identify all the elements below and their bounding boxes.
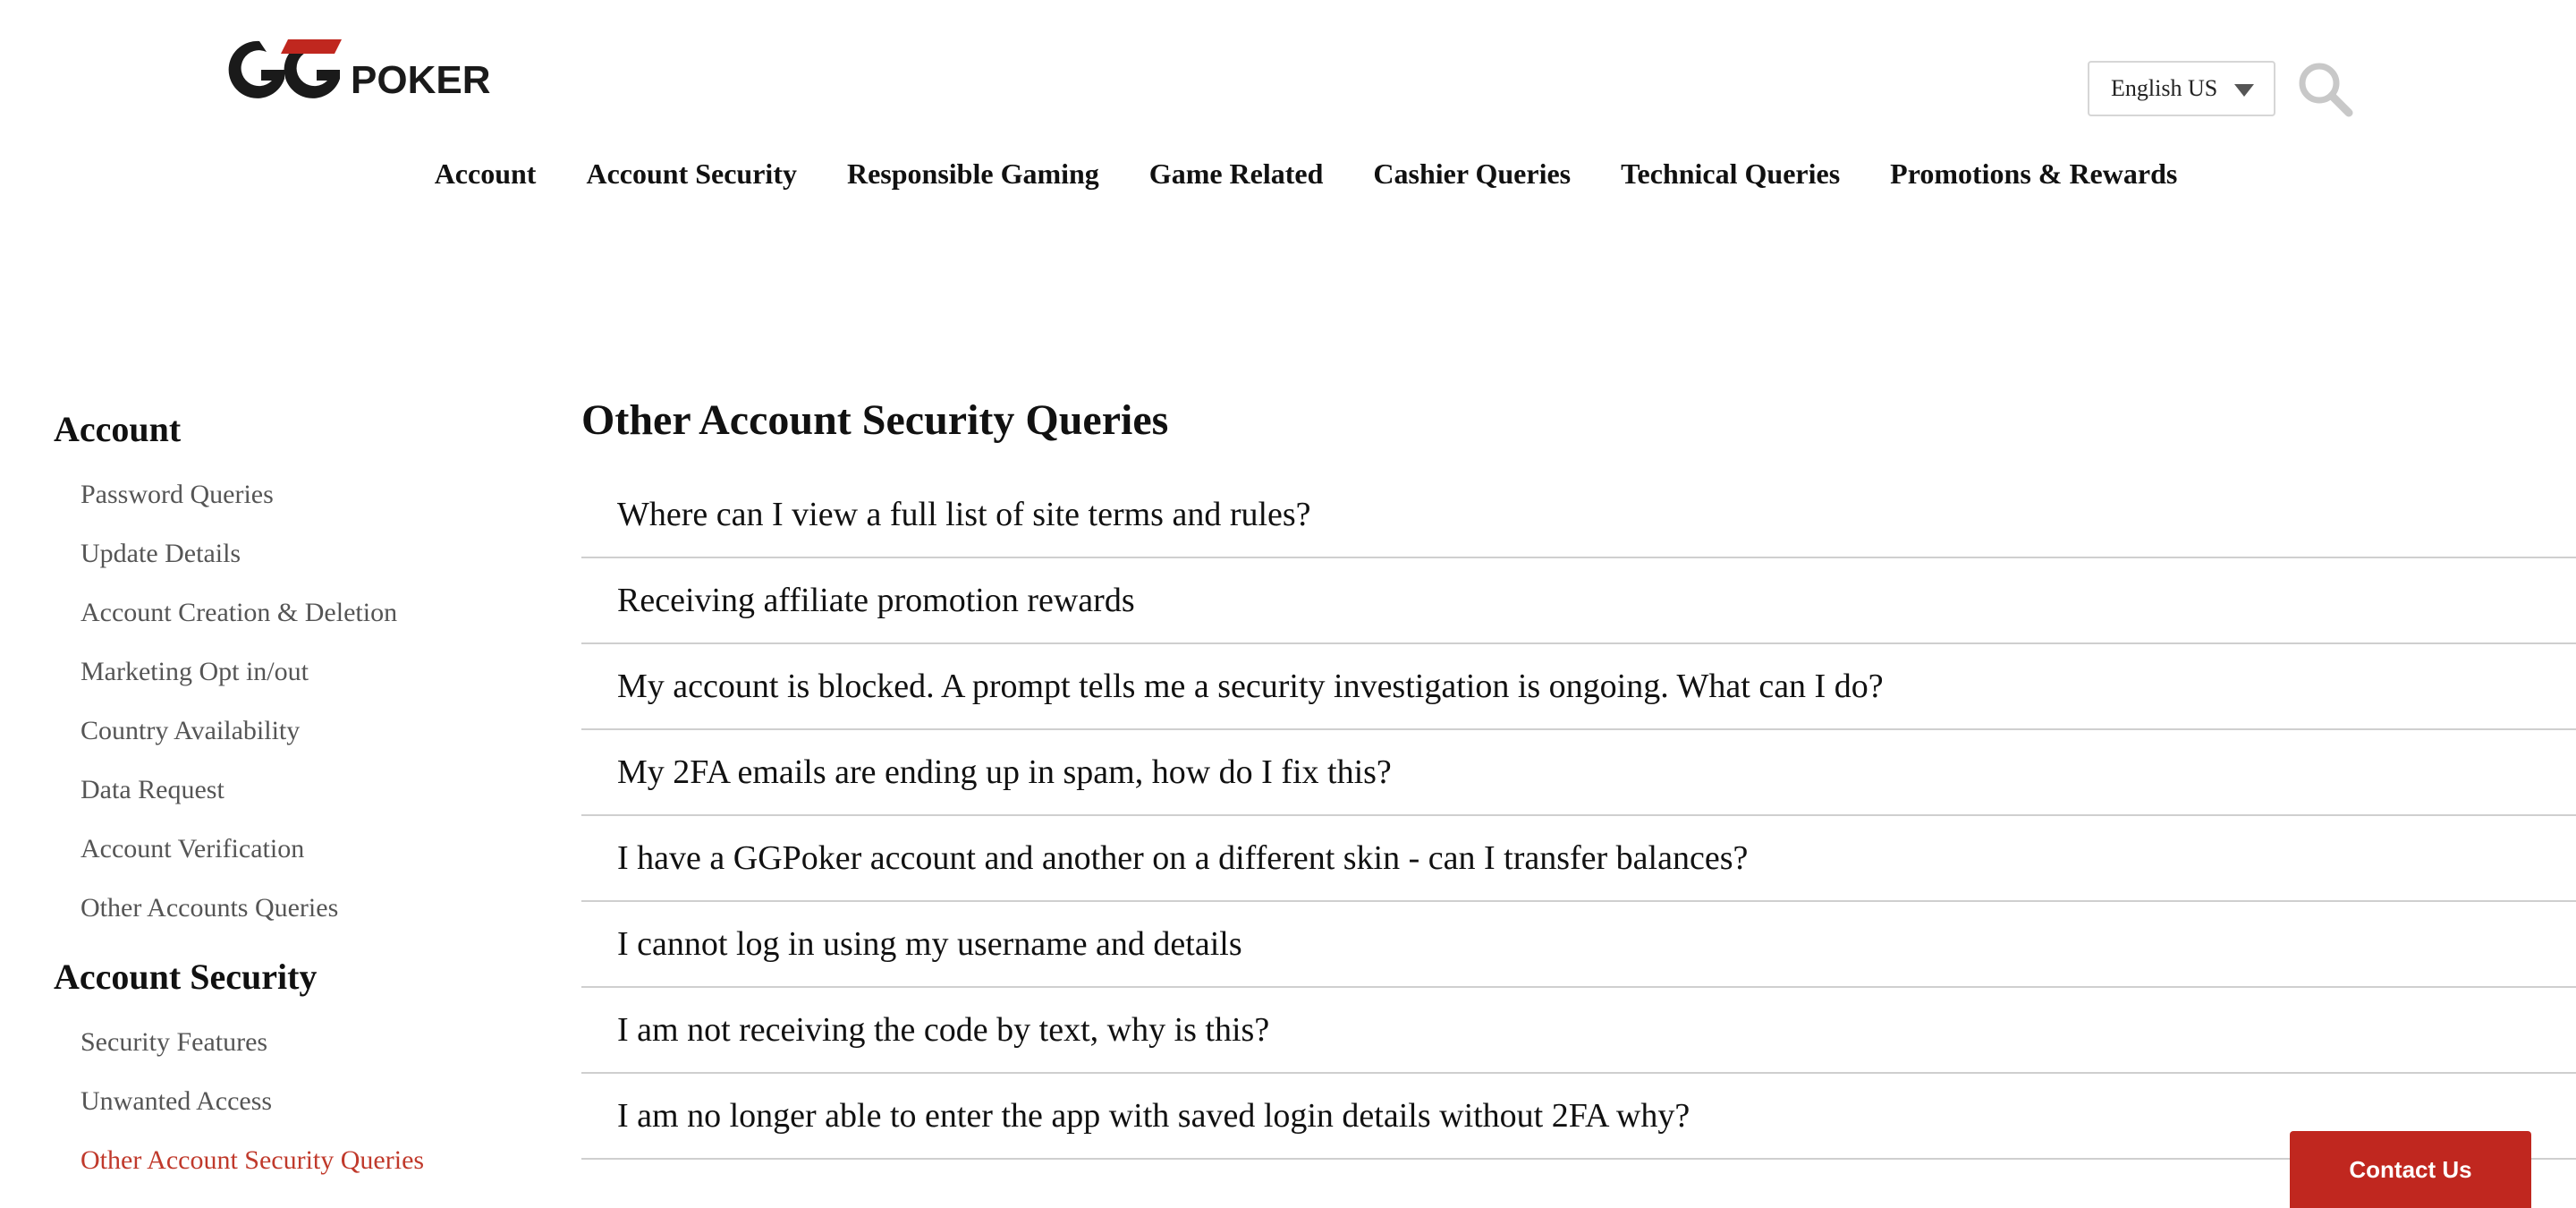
nav-technical-queries[interactable]: Technical Queries [1621,157,1840,191]
faq-item[interactable]: I cannot log in using my username and de… [581,902,2576,988]
sidebar-item-data-request[interactable]: Data Request [80,761,519,820]
search-icon [2299,63,2353,117]
nav-game-related[interactable]: Game Related [1149,157,1324,191]
sidebar-item-country-availability[interactable]: Country Availability [80,702,519,761]
nav-account[interactable]: Account [435,157,537,191]
sidebar-list-account-security: Security Features Unwanted Access Other … [80,1013,519,1190]
ggpoker-logo[interactable]: POKER [225,34,526,106]
sidebar-item-marketing-opt[interactable]: Marketing Opt in/out [80,642,519,702]
chevron-down-icon [2234,84,2254,97]
sidebar-heading-account[interactable]: Account [54,394,519,465]
sidebar-group-account-security: Account Security Security Features Unwan… [54,941,519,1190]
sidebar: Account Password Queries Update Details … [54,394,519,1190]
ggpoker-logo-icon: POKER [228,39,490,102]
nav-responsible-gaming[interactable]: Responsible Gaming [847,157,1099,191]
sidebar-item-password-queries[interactable]: Password Queries [80,465,519,524]
search-button[interactable] [2295,59,2354,118]
faq-item[interactable]: I am no longer able to enter the app wit… [581,1074,2576,1160]
faq-item[interactable]: Where can I view a full list of site ter… [581,472,2576,558]
sidebar-item-account-verification[interactable]: Account Verification [80,820,519,879]
sidebar-item-other-accounts-queries[interactable]: Other Accounts Queries [80,879,519,938]
sidebar-item-security-features[interactable]: Security Features [80,1013,519,1072]
sidebar-item-other-account-security-queries[interactable]: Other Account Security Queries [80,1131,519,1190]
nav-promotions-rewards[interactable]: Promotions & Rewards [1890,157,2177,191]
sidebar-heading-account-security[interactable]: Account Security [54,941,519,1013]
faq-item[interactable]: Receiving affiliate promotion rewards [581,558,2576,644]
faq-item[interactable]: I have a GGPoker account and another on … [581,816,2576,902]
top-navigation: Account Account Security Responsible Gam… [0,157,2576,191]
sidebar-list-account: Password Queries Update Details Account … [80,465,519,938]
faq-item[interactable]: My 2FA emails are ending up in spam, how… [581,730,2576,816]
nav-account-security[interactable]: Account Security [586,157,797,191]
page: POKER English US Account Account Securit… [0,0,2576,1208]
language-select-value: English US [2111,75,2218,101]
sidebar-group-account: Account Password Queries Update Details … [54,394,519,938]
sidebar-item-update-details[interactable]: Update Details [80,524,519,583]
sidebar-item-unwanted-access[interactable]: Unwanted Access [80,1072,519,1131]
sidebar-item-account-creation-deletion[interactable]: Account Creation & Deletion [80,583,519,642]
nav-cashier-queries[interactable]: Cashier Queries [1373,157,1571,191]
faq-item[interactable]: I am not receiving the code by text, why… [581,988,2576,1074]
logo-wordmark: POKER [351,58,490,102]
page-title: Other Account Security Queries [581,396,1169,444]
contact-us-button[interactable]: Contact Us [2290,1131,2531,1208]
main-content: Other Account Security Queries Where can… [581,385,2576,1160]
language-select[interactable]: English US [2088,61,2275,116]
faq-item[interactable]: My account is blocked. A prompt tells me… [581,644,2576,730]
faq-list: Where can I view a full list of site ter… [581,472,2576,1160]
